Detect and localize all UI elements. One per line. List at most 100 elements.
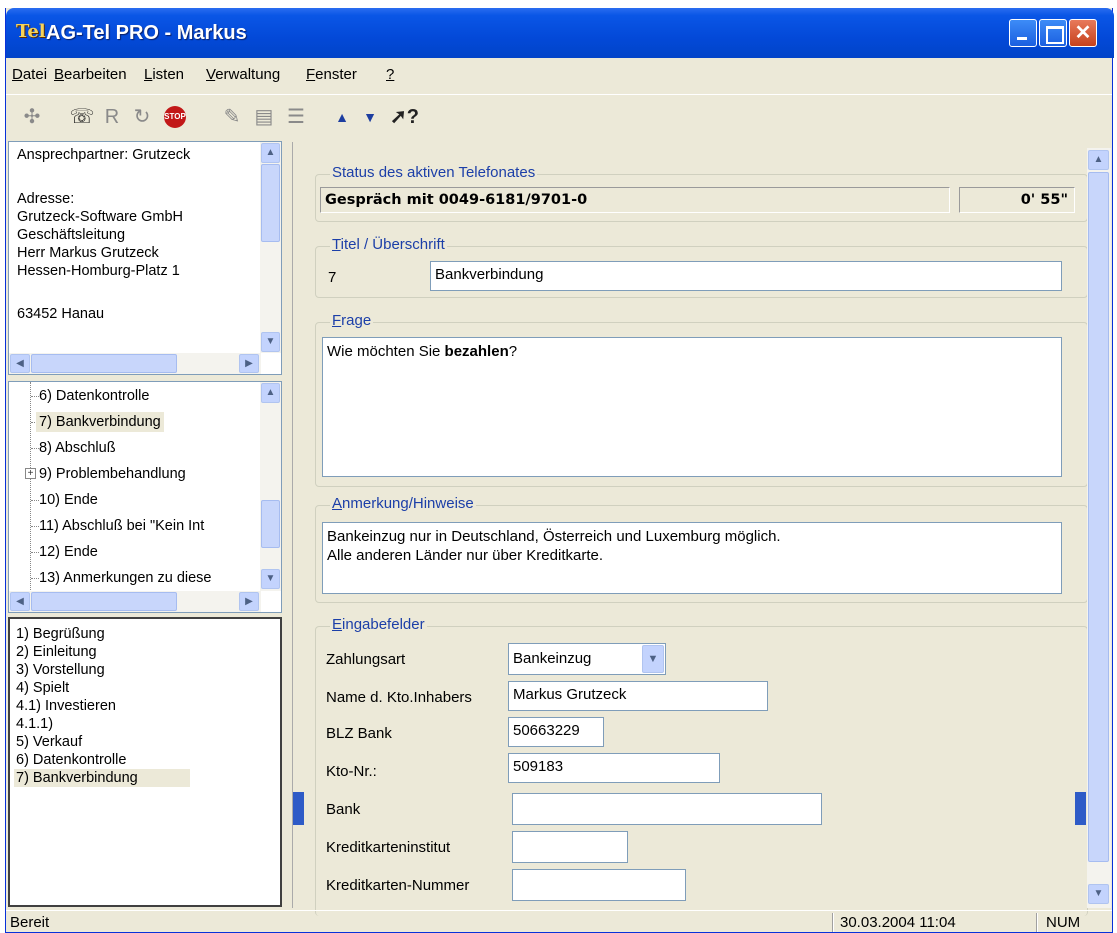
- close-button[interactable]: ✕: [1069, 19, 1097, 47]
- stop-icon[interactable]: STOP: [164, 106, 186, 128]
- scroll-thumb[interactable]: [261, 500, 280, 548]
- menu-fenster[interactable]: Fenster: [306, 66, 357, 84]
- tree-item[interactable]: 12) Ende: [39, 542, 98, 562]
- title-input[interactable]: Bankverbindung: [430, 261, 1062, 291]
- account-number-input[interactable]: 509183: [508, 753, 720, 783]
- scroll-thumb[interactable]: [1088, 172, 1109, 862]
- list-icon[interactable]: ☰: [282, 103, 310, 131]
- card-number-label: Kreditkarten-Nummer: [326, 877, 470, 894]
- scroll-thumb[interactable]: [31, 354, 177, 373]
- scroll-up-icon[interactable]: ▲: [261, 383, 280, 403]
- question-textarea[interactable]: Wie möchten Sie bezahlen?: [322, 337, 1062, 477]
- status-bar: Bereit 30.03.2004 11:04 NUM: [6, 910, 1112, 933]
- tree-item[interactable]: 13) Anmerkungen zu diese: [39, 568, 212, 588]
- contact-line: Herr Markus Grutzeck: [17, 245, 159, 261]
- step-number: 7: [328, 269, 337, 286]
- list-item-selected[interactable]: 7) Bankverbindung: [14, 769, 190, 787]
- scroll-right-icon[interactable]: ▶: [239, 592, 259, 611]
- account-holder-input[interactable]: Markus Grutzeck: [508, 681, 768, 711]
- contact-line: Ansprechpartner: Grutzeck: [17, 147, 191, 163]
- contact-line: Geschäftsleitung: [17, 227, 126, 243]
- bank-label: Bank: [326, 801, 361, 818]
- scroll-up-icon[interactable]: ▲: [261, 143, 280, 163]
- dial-icon[interactable]: ☏: [68, 103, 96, 131]
- scroll-down-icon[interactable]: ▼: [261, 332, 280, 352]
- card-number-input[interactable]: [512, 869, 686, 901]
- script-panel: Status des aktiven Telefonates Gespräch …: [292, 142, 1103, 916]
- bank-code-label: BLZ Bank: [326, 725, 392, 742]
- menu-datei[interactable]: Datei: [12, 66, 47, 84]
- list-item[interactable]: 3) Vorstellung: [16, 661, 105, 679]
- title-bar[interactable]: Tel AG-Tel PRO - Markus ✕: [6, 8, 1114, 58]
- chevron-down-icon[interactable]: ▼: [642, 645, 664, 673]
- tree-item[interactable]: 9) Problembehandlung: [39, 464, 186, 484]
- menu-bearbeiten[interactable]: Bearbeiten: [54, 66, 127, 84]
- tree-connector: [31, 526, 39, 527]
- list-item[interactable]: 1) Begrüßung: [16, 625, 105, 643]
- menu-help[interactable]: ?: [386, 66, 394, 84]
- bank-code-input[interactable]: 50663229: [508, 717, 604, 747]
- list-item[interactable]: 6) Datenkontrolle: [16, 751, 126, 769]
- inputs-legend: Eingabefelder: [330, 616, 427, 634]
- contact-vscroll[interactable]: ▲ ▼: [260, 142, 281, 353]
- position-marker: [293, 792, 304, 825]
- scroll-thumb[interactable]: [261, 164, 280, 242]
- list-item[interactable]: 4.1) Investieren: [16, 697, 116, 715]
- card-issuer-input[interactable]: [512, 831, 628, 863]
- menu-listen[interactable]: Listen: [144, 66, 184, 84]
- call-status-text: Gespräch mit 0049-6181/9701-0: [320, 187, 950, 213]
- connect-icon[interactable]: ✣: [18, 103, 46, 131]
- arrow-down-icon[interactable]: ▼: [356, 103, 384, 131]
- panel-vscroll[interactable]: ▲ ▼: [1087, 148, 1111, 908]
- expand-icon[interactable]: +: [25, 468, 36, 479]
- notes-legend: Anmerkung/Hinweise: [330, 495, 476, 513]
- scroll-down-icon[interactable]: ▼: [261, 569, 280, 589]
- bank-input[interactable]: [512, 793, 822, 825]
- contact-hscroll[interactable]: ◀ ▶: [9, 353, 261, 374]
- scroll-down-icon[interactable]: ▼: [1088, 884, 1109, 904]
- contact-line: Grutzeck-Software GmbH: [17, 209, 183, 225]
- menu-verwaltung[interactable]: Verwaltung: [206, 66, 280, 84]
- tree-item[interactable]: 6) Datenkontrolle: [39, 386, 149, 406]
- question-text: Wie möchten Sie bezahlen?: [327, 343, 518, 360]
- list-item[interactable]: 4.1.1): [16, 715, 53, 733]
- history-list: 1) Begrüßung 2) Einleitung 3) Vorstellun…: [8, 617, 282, 907]
- arrow-up-icon[interactable]: ▲: [328, 103, 356, 131]
- tree-connector: [31, 578, 39, 579]
- notes-textarea[interactable]: Bankeinzug nur in Deutschland, Österreic…: [322, 522, 1062, 594]
- minimize-button[interactable]: [1009, 19, 1037, 47]
- contact-pane: Ansprechpartner: Grutzeck Adresse: Grutz…: [8, 141, 282, 375]
- print-icon[interactable]: ▤: [250, 103, 278, 131]
- status-legend: Status des aktiven Telefonates: [330, 164, 538, 182]
- tree-item[interactable]: 8) Abschluß: [39, 438, 116, 458]
- position-marker: [1075, 792, 1086, 825]
- tree-connector: [31, 448, 39, 449]
- account-holder-label: Name d. Kto.Inhabers: [326, 689, 472, 706]
- tree-hscroll[interactable]: ◀ ▶: [9, 591, 261, 612]
- help-cursor-icon[interactable]: ➚?: [390, 103, 419, 131]
- tree-item-selected[interactable]: 7) Bankverbindung: [36, 412, 164, 432]
- payment-method-select[interactable]: Bankeinzug ▼: [508, 643, 666, 675]
- app-window: Tel AG-Tel PRO - Markus ✕ Datei Bearbeit…: [5, 8, 1114, 933]
- scroll-left-icon[interactable]: ◀: [10, 354, 30, 373]
- close-icon: ✕: [1074, 22, 1092, 44]
- maximize-button[interactable]: [1039, 19, 1067, 47]
- scroll-up-icon[interactable]: ▲: [1088, 150, 1109, 170]
- scroll-left-icon[interactable]: ◀: [10, 592, 30, 611]
- list-item[interactable]: 4) Spielt: [16, 679, 69, 697]
- tree-vscroll[interactable]: ▲ ▼: [260, 382, 281, 591]
- question-group: Frage Wie möchten Sie bezahlen?: [315, 312, 1088, 487]
- notes-line: Bankeinzug nur in Deutschland, Österreic…: [327, 528, 781, 545]
- list-item[interactable]: 2) Einleitung: [16, 643, 97, 661]
- payment-method-label: Zahlungsart: [326, 651, 406, 668]
- redial-icon[interactable]: R: [98, 103, 126, 131]
- tree-item[interactable]: 11) Abschluß bei "Kein Int: [39, 516, 204, 536]
- notes-group: Anmerkung/Hinweise Bankeinzug nur in Deu…: [315, 495, 1088, 603]
- list-item[interactable]: 5) Verkauf: [16, 733, 82, 751]
- tree-connector: [31, 396, 39, 397]
- tree-item[interactable]: 10) Ende: [39, 490, 98, 510]
- note-icon[interactable]: ✎: [218, 103, 246, 131]
- scroll-thumb[interactable]: [31, 592, 177, 611]
- scroll-right-icon[interactable]: ▶: [239, 354, 259, 373]
- refresh-icon[interactable]: ↻: [128, 103, 156, 131]
